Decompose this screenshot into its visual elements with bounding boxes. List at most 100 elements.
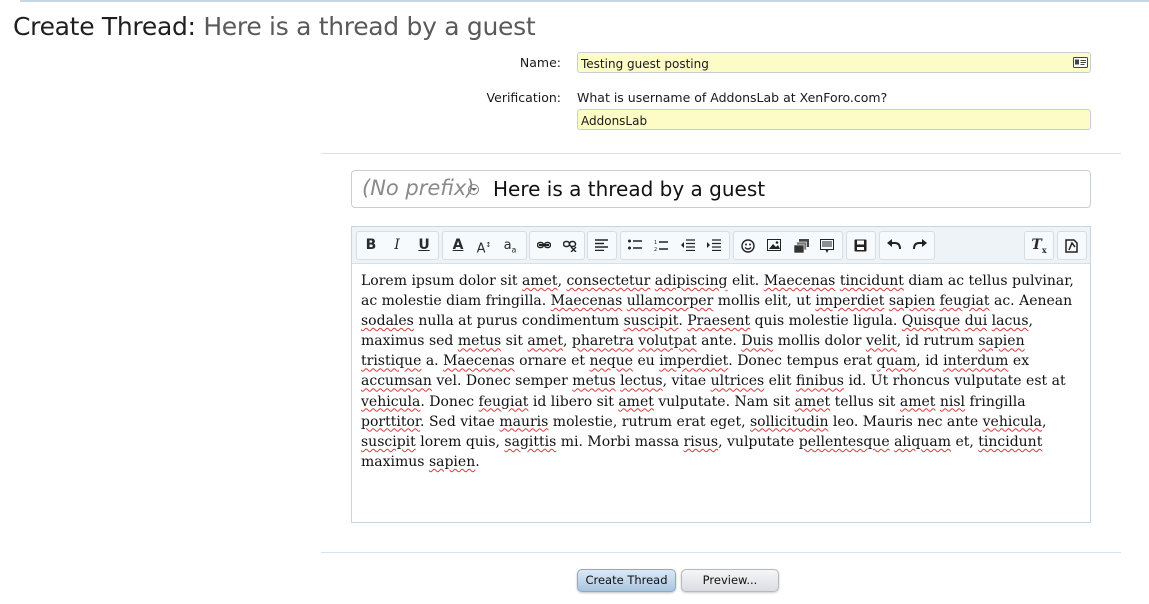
toolbar-group-clear: Tx xyxy=(1024,231,1054,260)
page-title-thread: Here is a thread by a guest xyxy=(203,12,536,41)
misspelled-word: volutpat xyxy=(638,333,697,350)
misspelled-word: sapien xyxy=(428,453,476,470)
toolbar-group-history xyxy=(879,231,935,260)
media-icon[interactable] xyxy=(788,232,814,259)
toggle-bbcode-icon[interactable] xyxy=(1059,232,1085,259)
verification-field[interactable]: AddonsLab xyxy=(577,109,1091,130)
section-divider xyxy=(321,153,1121,154)
verification-label: Verification: xyxy=(486,90,561,105)
verification-value: AddonsLab xyxy=(581,114,648,128)
misspelled-word: amet xyxy=(522,273,558,289)
misspelled-word: quam xyxy=(876,353,917,370)
toolbar-group-bbcode xyxy=(1057,231,1087,260)
misspelled-word: velit xyxy=(865,333,897,350)
bold-icon[interactable]: B xyxy=(358,232,384,259)
toolbar-group-draft xyxy=(846,231,876,260)
message-editor[interactable]: B I U A A↕ aa 12 Tx Lorem ipsum dolor si… xyxy=(351,226,1091,523)
misspelled-word: tincidunt xyxy=(839,273,904,289)
redo-icon[interactable] xyxy=(907,232,933,259)
underline-icon[interactable]: U xyxy=(411,232,437,259)
unlink-icon[interactable] xyxy=(557,232,583,259)
misspelled-word: porttitor xyxy=(361,413,421,430)
numbered-list-icon[interactable]: 12 xyxy=(648,232,674,259)
misspelled-word: imperdiet xyxy=(815,293,885,310)
misspelled-word: amet xyxy=(899,393,936,410)
preview-button[interactable]: Preview... xyxy=(681,569,779,592)
misspelled-word: neque xyxy=(589,353,634,370)
prefix-select[interactable]: (No prefix) xyxy=(362,176,475,200)
misspelled-word: ullamcorper xyxy=(626,293,714,310)
toolbar-group-text-style: B I U xyxy=(356,231,439,260)
misspelled-word: aliquam xyxy=(894,433,951,450)
misspelled-word: Quisque xyxy=(901,313,961,330)
font-size-icon[interactable]: A↕ xyxy=(471,232,497,259)
misspelled-word: Maecenas xyxy=(550,293,623,310)
text-color-icon[interactable]: A xyxy=(445,232,471,259)
toolbar-group-lists: 12 xyxy=(620,231,730,260)
misspelled-word: Duis xyxy=(741,333,774,350)
misspelled-word: amet xyxy=(618,393,654,410)
misspelled-word: Maecenas xyxy=(443,353,515,370)
misspelled-word: sapien xyxy=(978,333,1025,350)
misspelled-word: metus xyxy=(572,373,616,390)
misspelled-word: risus xyxy=(683,433,719,450)
misspelled-word: dui xyxy=(964,313,988,330)
misspelled-word: lectus xyxy=(620,373,663,390)
name-field[interactable]: Testing guest posting xyxy=(577,52,1091,73)
verification-question: What is username of AddonsLab at XenForo… xyxy=(577,90,888,105)
footer-divider xyxy=(321,552,1121,553)
misspelled-word: metus xyxy=(457,333,502,350)
misspelled-word: pharetra xyxy=(571,333,634,350)
misspelled-word: pellentesque xyxy=(798,433,890,450)
create-thread-button[interactable]: Create Thread xyxy=(577,569,676,592)
misspelled-word: tincidunt xyxy=(978,433,1043,450)
page-title-prefix: Create Thread: xyxy=(13,12,196,41)
image-icon[interactable] xyxy=(761,232,787,259)
contact-card-icon[interactable] xyxy=(1073,57,1088,68)
chevron-down-icon[interactable] xyxy=(468,184,479,195)
save-draft-icon[interactable] xyxy=(848,232,874,259)
thread-title-box[interactable]: (No prefix) Here is a thread by a guest xyxy=(351,170,1091,208)
misspelled-word: ultrices xyxy=(710,373,765,390)
misspelled-word: suscipit xyxy=(361,433,416,450)
undo-icon[interactable] xyxy=(881,232,907,259)
misspelled-word: accumsan xyxy=(361,373,432,390)
thread-title-input[interactable]: Here is a thread by a guest xyxy=(493,177,765,201)
misspelled-word: sagittis xyxy=(504,433,557,450)
toolbar-group-link xyxy=(529,231,585,260)
outdent-icon[interactable] xyxy=(675,232,701,259)
toolbar-group-font: A A↕ aa xyxy=(442,231,527,260)
remove-formatting-icon[interactable]: Tx xyxy=(1026,232,1052,259)
page-title: Create Thread: Here is a thread by a gue… xyxy=(13,12,536,41)
smilies-icon[interactable] xyxy=(735,232,761,259)
font-family-icon[interactable]: aa xyxy=(497,232,523,259)
top-divider xyxy=(20,0,1149,2)
align-icon[interactable] xyxy=(589,232,615,259)
toolbar-group-align xyxy=(587,231,617,260)
bulleted-list-icon[interactable] xyxy=(622,232,648,259)
misspelled-word: nisl xyxy=(939,393,966,410)
misspelled-word: interdum xyxy=(943,353,1009,370)
svg-text:2: 2 xyxy=(654,247,657,252)
link-icon[interactable] xyxy=(531,232,557,259)
misspelled-word: tristique xyxy=(361,353,422,370)
misspelled-word: mauris xyxy=(499,413,549,430)
code-icon[interactable] xyxy=(814,232,840,259)
misspelled-word: vehicula xyxy=(361,393,421,410)
indent-icon[interactable] xyxy=(701,232,727,259)
name-label: Name: xyxy=(519,55,561,70)
italic-icon[interactable]: I xyxy=(384,232,410,259)
editor-text: Lorem ipsum dolor sit amet, consectetur … xyxy=(361,273,1074,470)
editor-content[interactable]: Lorem ipsum dolor sit amet, consectetur … xyxy=(361,271,1086,472)
misspelled-word: amet xyxy=(794,393,831,410)
misspelled-word: sollicitudin xyxy=(750,413,829,430)
toolbar-group-insert xyxy=(733,231,843,260)
misspelled-word: lacus xyxy=(991,313,1029,330)
misspelled-word: adipiscing xyxy=(654,273,728,289)
misspelled-word: amet xyxy=(527,333,563,350)
editor-toolbar: B I U A A↕ aa 12 Tx xyxy=(352,227,1090,264)
misspelled-word: feugiat xyxy=(478,393,529,410)
misspelled-word: suscipit xyxy=(623,313,679,330)
name-value: Testing guest posting xyxy=(581,57,709,71)
misspelled-word: imperdiet xyxy=(659,353,729,370)
